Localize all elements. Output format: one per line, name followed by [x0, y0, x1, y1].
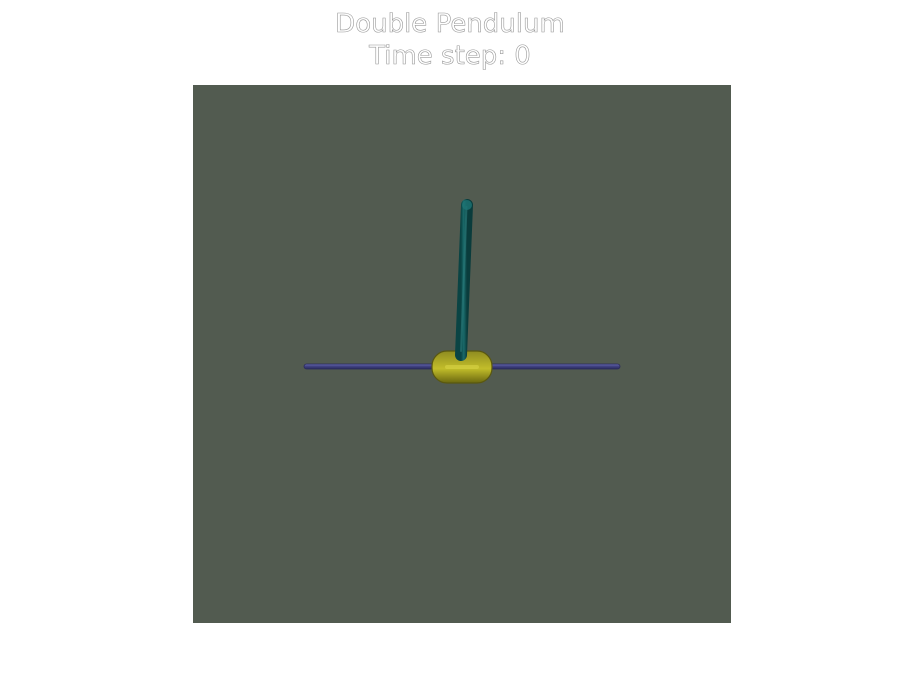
title-block: Double Pendulum Time step: 0: [0, 8, 900, 72]
simulation-viewport: [193, 85, 731, 623]
time-step-label: Time step: 0: [369, 41, 531, 72]
pole-tip: [462, 200, 472, 210]
cart-highlight: [445, 365, 479, 369]
pendulum-scene: [303, 199, 621, 384]
page-title: Double Pendulum: [335, 9, 565, 40]
